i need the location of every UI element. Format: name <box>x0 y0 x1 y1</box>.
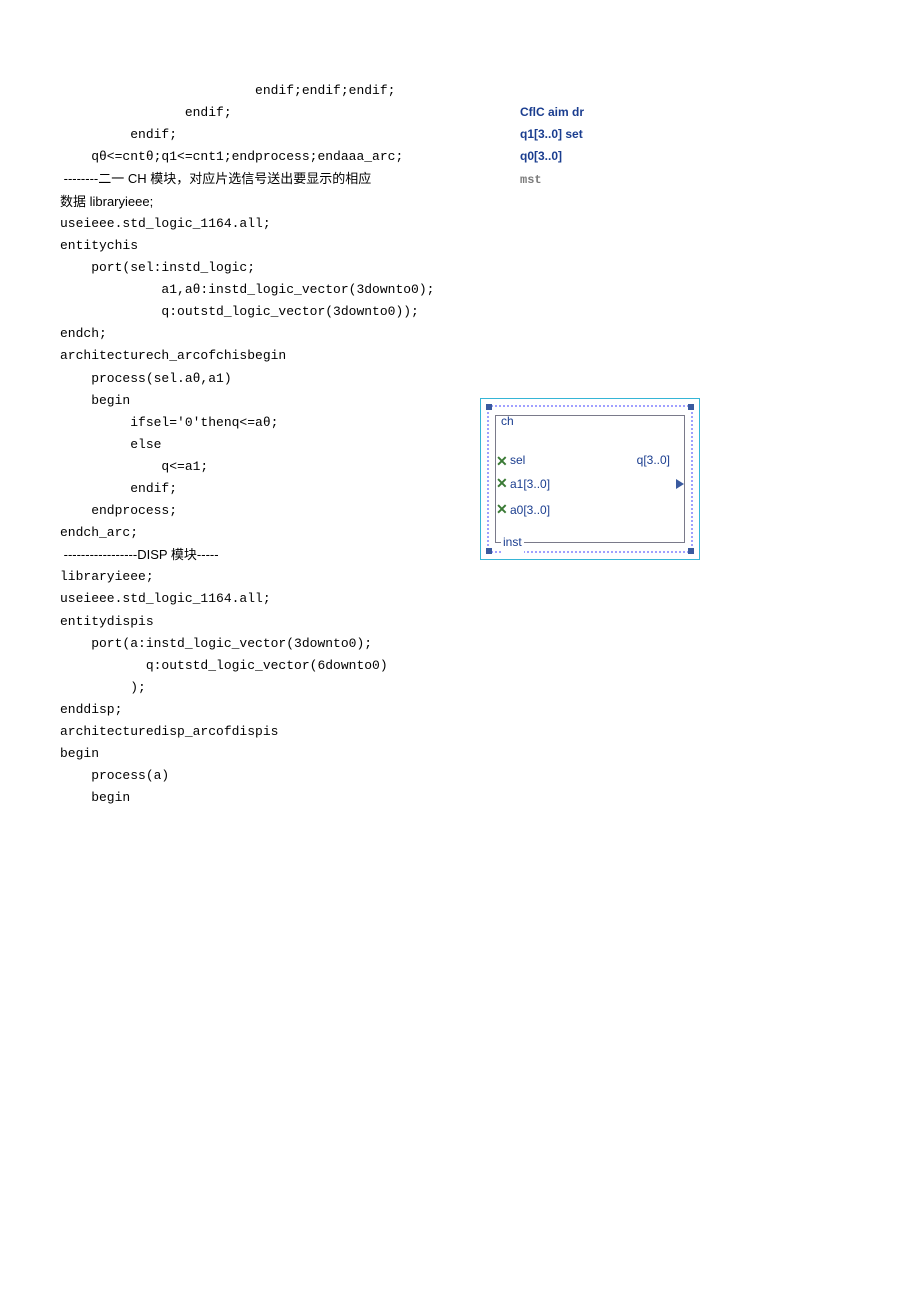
code-line: endif;endif;endif; <box>60 80 860 102</box>
code-row: qθ<=cntθ;q1<=cnt1;endprocess;endaaa_arc;… <box>60 146 860 168</box>
port-in-label: a0[3..0] <box>510 503 550 517</box>
code-line: else <box>60 434 450 456</box>
diagram-handle-icon <box>486 548 492 554</box>
code-line: enddisp; <box>60 699 860 721</box>
code-column: begin ifsel='0'thenq<=aθ; else q<=a1; en… <box>60 390 450 589</box>
block-diagram: ch ✕ sel q[3..0] ✕ a1[3..0] <box>480 398 700 560</box>
code-line: entitydispis <box>60 611 860 633</box>
block-diagram-inner: ✕ sel q[3..0] ✕ a1[3..0] ✕ a0[3..0] <box>495 415 685 543</box>
port-input-marker-icon: ✕ <box>496 498 508 522</box>
code-document: endif;endif;endif; endif; CflC aim dr en… <box>60 80 860 809</box>
code-line: process(sel.aθ,a1) <box>60 368 860 390</box>
side-annotation: q0[3..0] <box>520 146 562 166</box>
code-line: useieee.std_logic_1164.all; <box>60 213 860 235</box>
code-line: endif; <box>60 124 520 146</box>
port-input-marker-icon: ✕ <box>496 450 508 474</box>
code-line: architecturech_arcofchisbegin <box>60 345 860 367</box>
port-row: ✕ sel q[3..0] <box>510 450 670 470</box>
port-row: ✕ a0[3..0] <box>510 498 670 522</box>
code-row: endif; q1[3..0] set <box>60 124 860 146</box>
code-line: q:outstd_logic_vector(6downto0) <box>60 655 860 677</box>
code-line: a1,aθ:instd_logic_vector(3downto0); <box>60 279 860 301</box>
code-line: begin <box>60 787 860 809</box>
code-line: begin <box>60 390 450 412</box>
code-line: -----------------DISP 模块----- <box>60 544 450 566</box>
port-out-label: q[3..0] <box>637 450 670 470</box>
diagram-handle-icon <box>486 404 492 410</box>
port-row: ✕ a1[3..0] <box>510 472 670 496</box>
block-diagram-dashed: ch ✕ sel q[3..0] ✕ a1[3..0] <box>487 405 693 553</box>
code-with-diagram-row: begin ifsel='0'thenq<=aθ; else q<=a1; en… <box>60 390 860 589</box>
side-annotation: q1[3..0] set <box>520 124 583 144</box>
port-in-label: sel <box>510 450 525 470</box>
port-output-arrow-icon <box>676 472 684 496</box>
block-diagram-instance: inst <box>501 532 524 552</box>
code-line: --------二一 CH 模块，对应片选信号送出要显示的相应 <box>60 168 520 190</box>
code-line: endif; <box>60 478 450 500</box>
code-line: endif; <box>60 102 520 124</box>
code-line: endprocess; <box>60 500 450 522</box>
code-row: --------二一 CH 模块，对应片选信号送出要显示的相应 mst <box>60 168 860 190</box>
code-line: architecturedisp_arcofdispis <box>60 721 860 743</box>
side-annotation: CflC aim dr <box>520 102 584 122</box>
code-line: ); <box>60 677 860 699</box>
code-line: port(sel:instd_logic; <box>60 257 860 279</box>
code-line: endch; <box>60 323 860 345</box>
code-line: process(a) <box>60 765 860 787</box>
code-line: q<=a1; <box>60 456 450 478</box>
diagram-handle-icon <box>688 548 694 554</box>
code-line: endch_arc; <box>60 522 450 544</box>
code-row: endif; CflC aim dr <box>60 102 860 124</box>
diagram-handle-icon <box>688 404 694 410</box>
code-line: 数据 libraryieee; <box>60 191 860 213</box>
code-line: ifsel='0'thenq<=aθ; <box>60 412 450 434</box>
side-annotation: mst <box>520 170 542 190</box>
code-line: qθ<=cntθ;q1<=cnt1;endprocess;endaaa_arc; <box>60 146 520 168</box>
code-line: begin <box>60 743 860 765</box>
code-line: entitychis <box>60 235 860 257</box>
code-line: port(a:instd_logic_vector(3downto0); <box>60 633 860 655</box>
port-in-label: a1[3..0] <box>510 477 550 491</box>
code-line: libraryieee; <box>60 566 450 588</box>
port-input-marker-icon: ✕ <box>496 472 508 496</box>
code-line: q:outstd_logic_vector(3downto0)); <box>60 301 860 323</box>
code-line: useieee.std_logic_1164.all; <box>60 588 860 610</box>
